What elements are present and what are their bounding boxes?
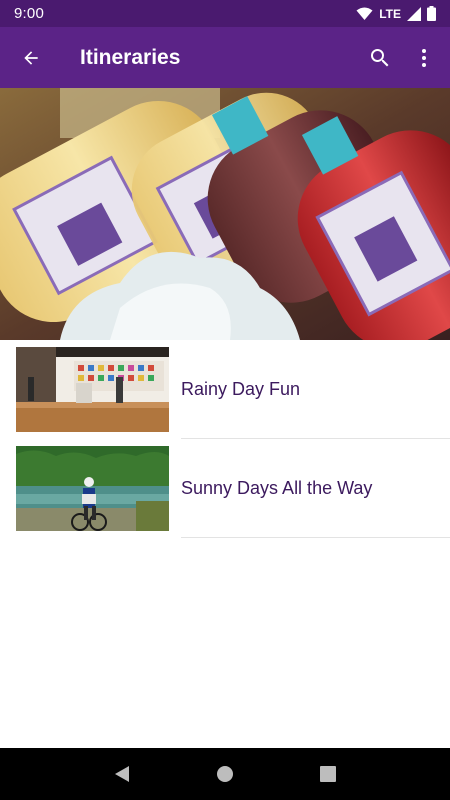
- art-gallery-thumbnail: [16, 347, 169, 432]
- itinerary-label: Rainy Day Fun: [181, 379, 301, 399]
- itinerary-item-sunny-days[interactable]: Sunny Days All the Way: [0, 439, 450, 538]
- wine-bottles-image: [0, 88, 450, 340]
- nav-back-button[interactable]: [102, 754, 142, 794]
- itinerary-item-rainy-day-fun[interactable]: Rainy Day Fun: [0, 340, 450, 439]
- system-nav-bar: [0, 748, 450, 800]
- back-triangle-icon: [114, 766, 129, 782]
- biker-lake-thumbnail: [16, 446, 169, 531]
- signal-icon: [407, 6, 421, 21]
- page-title: Itineraries: [80, 45, 181, 69]
- app-bar: Itineraries: [0, 27, 450, 88]
- nav-recents-button[interactable]: [308, 754, 348, 794]
- itinerary-list: Rainy Day Fun Sunny Days All the Way: [0, 340, 450, 538]
- search-button[interactable]: [358, 27, 402, 88]
- battery-icon: [427, 6, 436, 21]
- more-options-button[interactable]: [402, 27, 446, 88]
- back-button[interactable]: [2, 27, 60, 88]
- recents-square-icon: [320, 766, 337, 782]
- status-icons: LTE: [356, 6, 436, 21]
- arrow-back-icon: [24, 50, 38, 65]
- status-bar: 9:00 LTE: [0, 0, 450, 27]
- nav-home-button[interactable]: [205, 754, 245, 794]
- home-circle-icon: [216, 766, 233, 782]
- list-divider: [181, 537, 450, 538]
- search-icon: [371, 48, 389, 66]
- wifi-icon: [356, 7, 373, 20]
- more-vert-icon: [422, 48, 426, 67]
- status-time: 9:00: [14, 5, 44, 22]
- hero-image: [0, 88, 450, 340]
- itinerary-label: Sunny Days All the Way: [181, 478, 373, 498]
- network-type: LTE: [379, 6, 401, 21]
